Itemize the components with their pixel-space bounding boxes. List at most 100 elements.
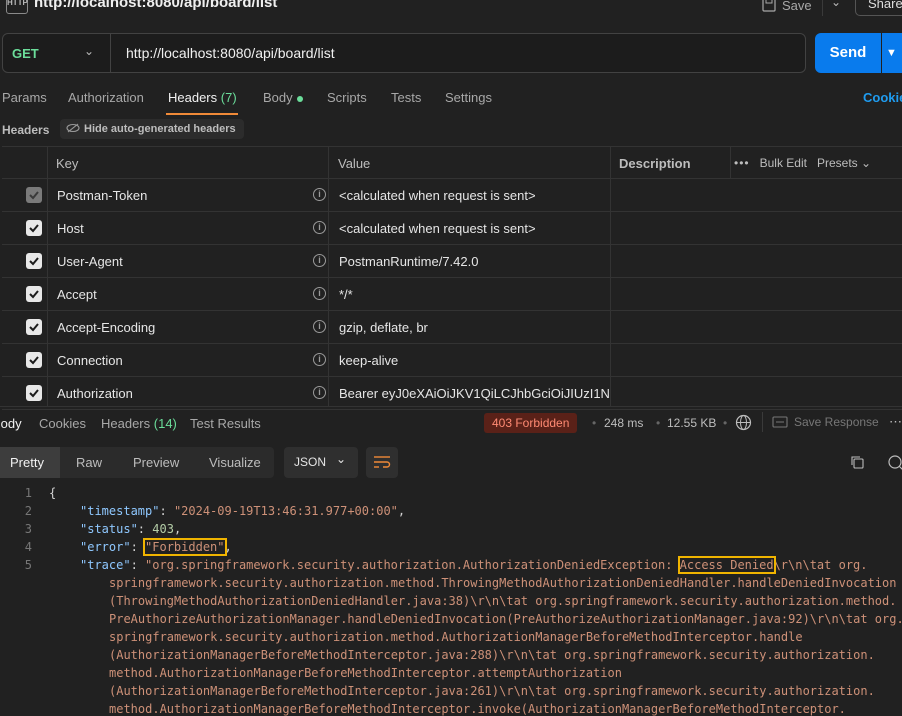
save-icon <box>762 0 776 12</box>
response-tab-test-results[interactable]: Test Results <box>190 416 261 431</box>
code-line: method.AuthorizationManagerBeforeMethodI… <box>109 702 846 716</box>
code-line: "status": 403, <box>80 522 181 536</box>
tab-headers-label: Headers <box>168 90 217 105</box>
share-button[interactable]: Share <box>855 0 902 16</box>
row-checkbox[interactable] <box>26 385 42 401</box>
tab-scripts[interactable]: Scripts <box>327 90 367 105</box>
header-key: User-Agent <box>57 254 123 269</box>
table-row[interactable]: Connection i keep-alive <box>2 344 902 377</box>
request-url-bar <box>2 33 806 73</box>
globe-icon[interactable] <box>735 414 752 434</box>
response-tab-headers[interactable]: Headers (14) <box>101 416 177 431</box>
body-indicator-dot <box>297 96 303 102</box>
tab-authorization[interactable]: Authorization <box>68 90 144 105</box>
copy-icon[interactable] <box>850 455 865 473</box>
code-line: "trace": "org.springframework.security.a… <box>80 558 868 572</box>
row-checkbox[interactable] <box>26 352 42 368</box>
separator-dot: • <box>592 416 596 430</box>
row-checkbox[interactable] <box>26 319 42 335</box>
cookies-link[interactable]: Cookies <box>863 90 902 105</box>
line-number: 1 <box>20 486 32 500</box>
save-dropdown-button[interactable]: ⌄ <box>822 0 849 16</box>
response-headers-label: Headers <box>101 416 150 431</box>
check-icon <box>28 387 40 399</box>
tab-params[interactable]: Params <box>2 90 47 105</box>
search-icon[interactable] <box>888 455 902 474</box>
response-tab-cookies[interactable]: Cookies <box>39 416 86 431</box>
info-icon[interactable]: i <box>313 386 326 399</box>
code-line: method.AuthorizationManagerBeforeMethodI… <box>109 666 622 680</box>
active-tab-indicator <box>166 113 238 115</box>
header-key: Accept <box>57 287 97 302</box>
header-key: Postman-Token <box>57 188 147 203</box>
json-string: "org.springframework.security.authorizat… <box>145 558 680 572</box>
view-tab-preview[interactable]: Preview <box>133 455 179 470</box>
code-line: springframework.security.authorization.m… <box>109 630 803 644</box>
chevron-down-icon[interactable]: ⌄ <box>84 44 94 58</box>
table-row[interactable]: Accept i */* <box>2 278 902 311</box>
response-size[interactable]: 12.55 KB <box>667 416 716 430</box>
more-options-icon[interactable]: ••• <box>734 156 750 170</box>
json-string: \r\n\tat org. <box>774 558 868 572</box>
more-options-icon[interactable]: ⋯ <box>889 414 902 430</box>
json-key: "status" <box>80 522 138 536</box>
header-value: <calculated when request is sent> <box>339 188 609 203</box>
row-checkbox[interactable] <box>26 220 42 236</box>
info-icon[interactable]: i <box>313 188 326 201</box>
table-header-row: Key Value Description ••• Bulk Edit Pres… <box>2 146 902 179</box>
code-line: "timestamp": "2024-09-19T13:46:31.977+00… <box>80 504 405 518</box>
tab-tests[interactable]: Tests <box>391 90 421 105</box>
header-key: Connection <box>57 353 123 368</box>
save-label: Save <box>782 0 812 13</box>
row-checkbox[interactable] <box>26 187 42 203</box>
hide-auto-headers-button[interactable]: Hide auto-generated headers <box>60 119 244 139</box>
info-icon[interactable]: i <box>313 254 326 267</box>
table-row[interactable]: User-Agent i PostmanRuntime/7.42.0 <box>2 245 902 278</box>
response-time[interactable]: 248 ms <box>604 416 643 430</box>
table-row[interactable]: Postman-Token i <calculated when request… <box>2 179 902 212</box>
app-icon: HTTP <box>6 0 28 14</box>
send-button[interactable]: Send <box>815 33 881 73</box>
save-response-button[interactable]: Save Response <box>772 415 879 429</box>
column-value: Value <box>338 156 370 171</box>
headers-section-label: Headers <box>2 123 49 137</box>
info-icon[interactable]: i <box>313 221 326 234</box>
method-select[interactable]: GET <box>12 46 39 61</box>
table-row[interactable]: Host i <calculated when request is sent> <box>2 212 902 245</box>
save-response-icon <box>772 416 788 428</box>
code-line: { <box>49 486 56 500</box>
code-line: (AuthorizationManagerBeforeMethodInterce… <box>109 684 875 698</box>
check-icon <box>28 189 40 201</box>
row-checkbox[interactable] <box>26 253 42 269</box>
info-icon[interactable]: i <box>313 287 326 300</box>
bulk-edit-button[interactable]: Bulk Edit <box>760 156 807 170</box>
header-value: */* <box>339 287 609 302</box>
presets-dropdown[interactable]: Presets ⌄ <box>817 156 871 170</box>
request-title[interactable]: http://localhost:8080/api/board/list <box>34 0 277 11</box>
eye-off-icon <box>66 123 80 133</box>
table-row[interactable]: Accept-Encoding i gzip, deflate, br <box>2 311 902 344</box>
json-key: "trace" <box>80 558 131 572</box>
chevron-down-icon: ⌄ <box>336 444 346 475</box>
tab-headers[interactable]: Headers (7) <box>168 90 237 105</box>
header-value: PostmanRuntime/7.42.0 <box>339 254 609 269</box>
wrap-lines-button[interactable] <box>366 447 398 478</box>
json-key: "timestamp" <box>80 504 159 518</box>
send-dropdown-button[interactable]: ▼ <box>882 33 902 73</box>
code-line: springframework.security.authorization.m… <box>109 576 896 590</box>
save-button[interactable]: Save <box>762 0 812 16</box>
info-icon[interactable]: i <box>313 353 326 366</box>
tab-settings[interactable]: Settings <box>445 90 492 105</box>
info-icon[interactable]: i <box>313 320 326 333</box>
view-tab-visualize[interactable]: Visualize <box>209 455 261 470</box>
format-select[interactable]: JSON⌄ <box>284 447 358 478</box>
response-tab-body[interactable]: Body <box>0 416 22 431</box>
view-tab-raw[interactable]: Raw <box>76 455 102 470</box>
url-input[interactable]: http://localhost:8080/api/board/list <box>126 45 335 61</box>
line-number: 5 <box>20 558 32 572</box>
status-badge[interactable]: 403 Forbidden <box>484 413 577 433</box>
hide-auto-headers-label: Hide auto-generated headers <box>84 123 236 135</box>
view-tab-pretty[interactable]: Pretty <box>10 455 44 470</box>
tab-body[interactable]: Body <box>263 90 303 105</box>
row-checkbox[interactable] <box>26 286 42 302</box>
